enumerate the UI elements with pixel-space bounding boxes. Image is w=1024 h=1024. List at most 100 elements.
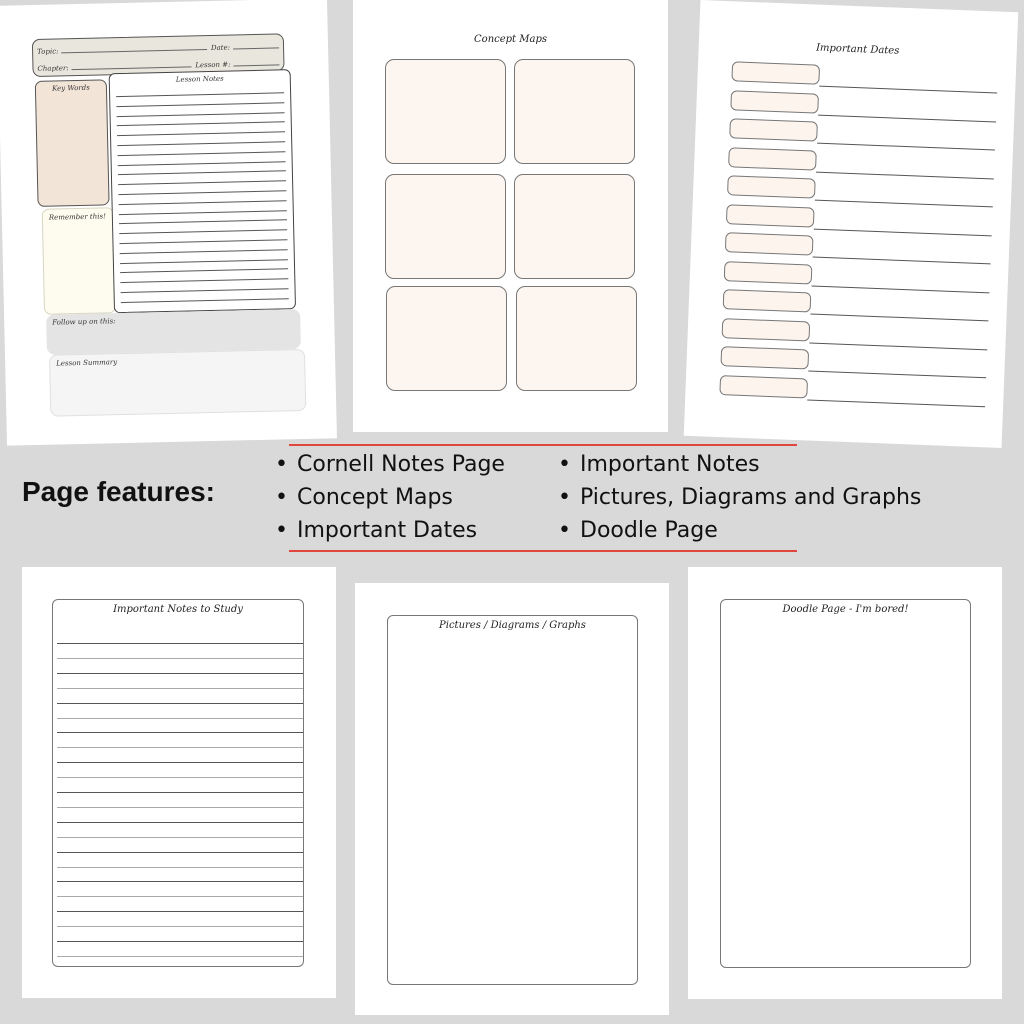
- feature-item: Important Dates: [273, 514, 505, 547]
- note-line: [57, 851, 303, 853]
- lesson-note-line: [116, 92, 285, 98]
- date-pill: [725, 203, 815, 228]
- note-line: [57, 762, 303, 764]
- date-note-line: [809, 341, 988, 350]
- date-row: [723, 260, 991, 293]
- follow-up-box: Follow up on this:: [46, 309, 301, 355]
- lesson-note-line: [120, 268, 289, 274]
- features-bottom-divider: [289, 550, 797, 552]
- lesson-note-line: [116, 121, 285, 127]
- feature-item: Concept Maps: [273, 481, 505, 514]
- note-line: [57, 806, 303, 808]
- date-note-line: [817, 142, 995, 151]
- date-row: [725, 203, 993, 236]
- date-note-line: [819, 85, 998, 94]
- note-line: [57, 747, 303, 749]
- date-pill: [724, 232, 814, 256]
- features-list-right: Important Notes Pictures, Diagrams and G…: [556, 448, 921, 547]
- date-pill: [731, 61, 821, 85]
- lesson-note-line: [117, 170, 286, 176]
- date-pill: [720, 346, 810, 370]
- concept-maps-title: Concept Maps: [474, 34, 547, 45]
- note-line: [57, 792, 303, 793]
- doodle-page-preview: Doodle Page - I'm bored!: [688, 567, 1002, 999]
- note-line: [57, 657, 303, 659]
- topic-line: [61, 49, 207, 54]
- date-pill: [730, 89, 819, 114]
- feature-item: Doodle Page: [556, 514, 921, 547]
- note-line: [57, 732, 303, 734]
- lesson-summary-label: Lesson Summary: [56, 358, 118, 368]
- concept-map-box: [385, 174, 506, 279]
- date-note-line: [810, 313, 989, 322]
- lesson-number-label: Lesson #:: [195, 60, 231, 70]
- lesson-note-line: [119, 249, 288, 254]
- lesson-note-line: [117, 141, 286, 147]
- lesson-note-line: [117, 160, 286, 166]
- chapter-line: [71, 66, 192, 71]
- concept-map-box: [516, 286, 637, 391]
- concept-map-box: [386, 286, 507, 391]
- date-row: [727, 175, 994, 208]
- lesson-note-line: [119, 258, 288, 264]
- lesson-notes-label: Lesson Notes: [175, 74, 224, 84]
- note-line: [57, 866, 303, 868]
- follow-up-label: Follow up on this:: [52, 317, 116, 327]
- important-dates-page-preview: Important Dates: [683, 0, 1019, 448]
- note-line: [57, 672, 303, 674]
- note-line: [57, 821, 303, 823]
- date-pill: [728, 146, 817, 171]
- date-note-line: [807, 398, 986, 407]
- topic-label: Topic:: [37, 47, 59, 56]
- important-notes-frame: Important Notes to Study: [52, 599, 304, 967]
- lesson-notes-box: Lesson Notes: [108, 69, 297, 314]
- date-pill: [727, 175, 816, 199]
- date-pill: [722, 289, 812, 313]
- key-words-label: Key Words: [51, 83, 90, 93]
- date-line: [233, 47, 280, 50]
- date-row: [719, 374, 986, 407]
- note-line: [57, 896, 303, 898]
- features-list-left: Cornell Notes Page Concept Maps Importan…: [273, 448, 505, 547]
- pictures-title: Pictures / Diagrams / Graphs: [439, 620, 586, 631]
- date-label: Date:: [210, 43, 231, 52]
- date-pill: [723, 260, 813, 285]
- important-dates-list: [700, 0, 1018, 407]
- date-row: [731, 61, 998, 94]
- doodle-frame: Doodle Page - I'm bored!: [720, 599, 971, 968]
- note-line: [57, 702, 303, 704]
- note-line: [57, 911, 303, 913]
- date-row: [730, 89, 997, 122]
- concept-map-box: [514, 174, 635, 279]
- feature-item: Important Notes: [556, 448, 921, 481]
- date-note-line: [812, 256, 991, 265]
- feature-item: Pictures, Diagrams and Graphs: [556, 481, 921, 514]
- features-heading: Page features:: [22, 476, 215, 507]
- pictures-page-preview: Pictures / Diagrams / Graphs: [355, 583, 669, 1015]
- remember-this-label: Remember this!: [48, 212, 106, 222]
- lesson-note-line: [119, 219, 288, 225]
- note-line: [57, 941, 303, 942]
- concept-map-box: [385, 59, 506, 164]
- date-pill: [721, 317, 811, 341]
- lesson-note-line: [118, 200, 287, 205]
- concept-maps-page-preview: Concept Maps: [353, 0, 668, 432]
- date-note-line: [814, 199, 993, 208]
- note-line: [57, 955, 303, 957]
- lesson-note-line: [117, 151, 286, 156]
- note-line: [57, 717, 303, 719]
- chapter-label: Chapter:: [37, 64, 69, 73]
- lesson-note-line: [120, 298, 289, 303]
- date-pill: [719, 374, 809, 398]
- feature-item: Cornell Notes Page: [273, 448, 505, 481]
- doodle-title: Doodle Page - I'm bored!: [782, 604, 909, 615]
- key-words-box: Key Words: [34, 79, 110, 207]
- lesson-summary-box: Lesson Summary: [48, 348, 307, 417]
- date-row: [722, 289, 990, 322]
- concept-map-box: [514, 59, 635, 164]
- date-note-line: [811, 285, 990, 293]
- lesson-note-line: [120, 278, 289, 284]
- lesson-note-line: [117, 131, 285, 137]
- lesson-note-line: [119, 229, 288, 235]
- important-dates-title: Important Dates: [815, 42, 900, 57]
